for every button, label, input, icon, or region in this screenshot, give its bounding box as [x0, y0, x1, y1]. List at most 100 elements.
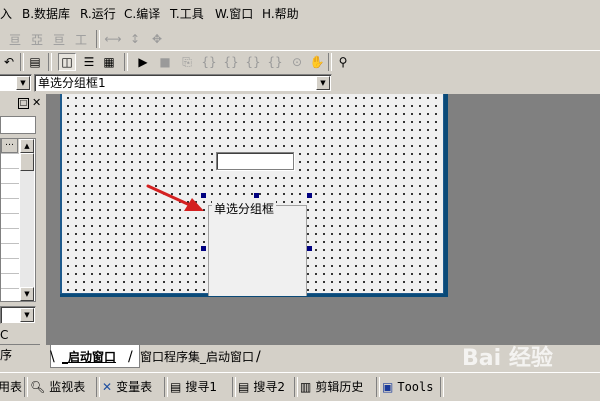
grid-cell: [1, 229, 19, 244]
grid-cell: [1, 169, 19, 184]
menu-item-insert[interactable]: 入: [0, 6, 12, 22]
tab-start-window[interactable]: _启动窗口: [56, 348, 122, 366]
same-width-icon[interactable]: ⟷: [104, 30, 122, 48]
scroll-up-icon[interactable]: ▲: [20, 139, 34, 153]
undo-icon[interactable]: ↶: [0, 53, 18, 71]
bottom-panel-tabs: 用表 🔍︎ 监视表 ✕ 变量表 ▤ 搜寻1 ▤ 搜寻2 ▥ 剪辑历史 ▣ Tools: [0, 372, 600, 401]
same-height-icon[interactable]: ↕: [126, 30, 144, 48]
toolbar-separator: [376, 377, 380, 397]
tab-variables[interactable]: ✕ 变量表: [102, 378, 152, 396]
object-combo[interactable]: 单选分组框1 ▼: [34, 74, 332, 92]
toolbar-separator: [96, 377, 100, 397]
property-grid[interactable]: … ▲ ▼: [0, 138, 36, 302]
toolbar-separator: [48, 53, 52, 71]
step-over-icon[interactable]: {}: [222, 53, 240, 71]
panel-header-combo[interactable]: [0, 116, 36, 134]
main-toolbar: ↶ ▤ ◫ ☰ ▦ ▶ ■ ⎘ {} {} {} {} ⊙ ✋ ⚲: [0, 50, 600, 73]
toolbar-separator: [328, 53, 332, 71]
component-combo[interactable]: ▼: [0, 74, 32, 92]
toolbar-separator: [96, 30, 100, 48]
same-size-icon[interactable]: ✥: [148, 30, 166, 48]
menu-item-window[interactable]: W.窗口: [215, 6, 253, 22]
chevron-down-icon[interactable]: ▼: [316, 76, 330, 90]
menu-item-run[interactable]: R.运行: [80, 6, 116, 22]
find-binoculars-icon[interactable]: ⚲: [334, 53, 352, 71]
toolbar-separator: [440, 377, 444, 397]
toolbar-separator: [20, 53, 24, 71]
chevron-down-icon[interactable]: ▼: [20, 308, 34, 322]
grid-cell: [1, 259, 19, 274]
close-icon[interactable]: ✕: [32, 96, 41, 109]
red-arrow-icon: [146, 184, 204, 211]
grid-cell: [1, 154, 19, 169]
clipboard-icon: ▥: [300, 380, 312, 394]
align-middle-icon[interactable]: 亞: [28, 30, 46, 48]
toolbar-separator: [232, 377, 236, 397]
restore-icon[interactable]: □: [18, 98, 29, 109]
tab-tools[interactable]: ▣ Tools: [382, 378, 433, 396]
grid-cell: [1, 199, 19, 214]
panel-seq-label: 序: [0, 348, 13, 362]
layout-left-icon[interactable]: ◫: [58, 53, 76, 71]
tab-search2[interactable]: ▤ 搜寻2: [238, 378, 285, 396]
resize-handle[interactable]: [307, 246, 312, 251]
layout-top-icon[interactable]: ☰: [80, 53, 98, 71]
panel-caption: □ ✕: [0, 96, 46, 110]
menu-item-database[interactable]: B.数据库: [22, 6, 70, 22]
layout-grid-icon[interactable]: ▦: [100, 53, 118, 71]
magnifier-icon: 🔍︎: [30, 380, 46, 394]
grid-cell: [1, 184, 19, 199]
window-icon: ▣: [382, 380, 394, 394]
run-to-cursor-icon[interactable]: {}: [266, 53, 284, 71]
align-top-icon[interactable]: 亘: [6, 30, 24, 48]
menu-item-compile[interactable]: C.编译: [124, 6, 160, 22]
toolbar-separator: [124, 53, 128, 71]
menu-item-tools[interactable]: T.工具: [170, 6, 204, 22]
scroll-thumb[interactable]: [20, 153, 34, 171]
design-form[interactable]: 单选分组框: [60, 94, 444, 296]
grid-cell: [1, 274, 19, 289]
tab-clipboard-history[interactable]: ▥ 剪辑历史: [300, 378, 363, 396]
resize-handle[interactable]: [307, 193, 312, 198]
vertical-scrollbar[interactable]: ▲ ▼: [20, 139, 34, 301]
tab-table[interactable]: 用表: [0, 378, 22, 396]
step-into-icon[interactable]: {}: [200, 53, 218, 71]
scroll-down-icon[interactable]: ▼: [20, 287, 34, 301]
align-bottom-icon[interactable]: 亘: [50, 30, 68, 48]
baidu-watermark: Bai 经验: [462, 346, 553, 371]
grid-cell: [1, 244, 19, 259]
menu-item-help[interactable]: H.帮助: [262, 6, 299, 22]
tab-divider: /: [128, 349, 133, 365]
toolbar-separator: [294, 377, 298, 397]
step-out-icon[interactable]: {}: [244, 53, 262, 71]
tab-divider: /: [256, 349, 261, 365]
radio-groupbox[interactable]: [208, 205, 307, 296]
preview-icon[interactable]: ▤: [26, 53, 44, 71]
step-icon[interactable]: ⎘: [178, 53, 196, 71]
property-panel: □ ✕ … ▲ ▼ ▼ C 序: [0, 94, 46, 370]
grid-cell: [1, 214, 19, 229]
ellipsis-button[interactable]: …: [1, 138, 18, 153]
align-toolbar: 亘 亞 亘 工 ⟷ ↕ ✥: [0, 28, 600, 50]
resize-handle[interactable]: [201, 246, 206, 251]
tab-search1[interactable]: ▤ 搜寻1: [170, 378, 217, 396]
tab-watch[interactable]: 🔍︎ 监视表: [30, 378, 85, 396]
radio-groupbox-label: 单选分组框: [212, 200, 277, 217]
run-icon[interactable]: ▶: [134, 53, 152, 71]
panel-seq-tab[interactable]: 序: [0, 344, 40, 363]
panel-bottom-combo[interactable]: ▼: [0, 306, 36, 324]
align-height-icon[interactable]: 工: [72, 30, 90, 48]
stop-icon[interactable]: ■: [156, 53, 174, 71]
object-combo-value: 单选分组框1: [38, 76, 106, 90]
panel-label-c: C: [0, 328, 9, 342]
toolbar-separator: [164, 377, 168, 397]
combo-row: ▼ 单选分组框1 ▼: [0, 72, 600, 94]
search-list-icon: ▤: [170, 380, 182, 394]
menu-bar: 入 B.数据库 R.运行 C.编译 T.工具 W.窗口 H.帮助: [0, 0, 600, 29]
textbox-control[interactable]: [216, 152, 294, 170]
hand-icon[interactable]: ✋: [308, 53, 326, 71]
tab-window-assembly[interactable]: 窗口程序集_启动窗口: [134, 348, 260, 366]
breakpoint-icon[interactable]: ⊙: [288, 53, 306, 71]
chevron-down-icon[interactable]: ▼: [16, 76, 30, 90]
resize-handle[interactable]: [254, 193, 259, 198]
